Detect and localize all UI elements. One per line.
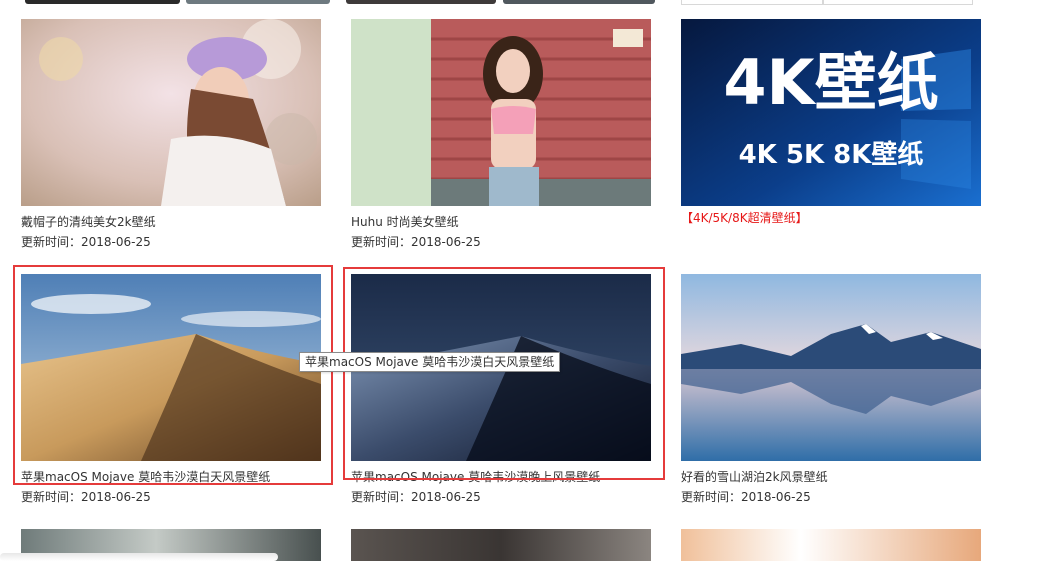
hover-tooltip: 苹果macOS Mojave 莫哈韦沙漠白天风景壁纸 bbox=[299, 352, 561, 372]
card-title[interactable]: 戴帽子的清纯美女2k壁纸 bbox=[21, 215, 156, 229]
banner-big-text: 4K壁纸 bbox=[723, 46, 938, 119]
card-title-promo[interactable]: 【4K/5K/8K超清壁纸】 bbox=[681, 211, 808, 225]
card-date: 更新时间：2018-06-25 bbox=[21, 490, 151, 504]
card-image-row3-2[interactable] bbox=[351, 529, 651, 561]
huhu-girl-photo bbox=[351, 19, 651, 206]
card-image-snow-lake[interactable] bbox=[681, 274, 981, 461]
mojave-day-photo bbox=[21, 274, 321, 461]
prev-row-thumb-4[interactable] bbox=[503, 0, 655, 4]
card-date: 更新时间：2018-06-25 bbox=[351, 235, 481, 249]
card-date: 更新时间：2018-06-25 bbox=[21, 235, 151, 249]
card-date: 更新时间：2018-06-25 bbox=[681, 490, 811, 504]
prev-row-select[interactable] bbox=[823, 0, 973, 5]
horizontal-scroll-shadow bbox=[0, 553, 278, 561]
card-image-4k-banner[interactable]: 4K壁纸 4K 5K 8K壁纸 bbox=[681, 19, 981, 206]
card-title[interactable]: Huhu 时尚美女壁纸 bbox=[351, 215, 459, 229]
card-title[interactable]: 苹果macOS Mojave 莫哈韦沙漠白天风景壁纸 bbox=[21, 470, 270, 484]
prev-row-input[interactable] bbox=[681, 0, 823, 5]
card-image-huhu-girl[interactable] bbox=[351, 19, 651, 206]
prev-row-thumb-1[interactable] bbox=[25, 0, 180, 4]
card-title[interactable]: 好看的雪山湖泊2k风景壁纸 bbox=[681, 470, 828, 484]
beret-girl-photo bbox=[21, 19, 321, 206]
banner-small-text: 4K 5K 8K壁纸 bbox=[739, 139, 924, 170]
prev-row-thumb-2[interactable] bbox=[186, 0, 330, 4]
card-title[interactable]: 苹果macOS Mojave 莫哈韦沙漠晚上风景壁纸 bbox=[351, 470, 600, 484]
card-image-mojave-day[interactable] bbox=[21, 274, 321, 461]
snow-lake-photo bbox=[681, 274, 981, 461]
card-date: 更新时间：2018-06-25 bbox=[351, 490, 481, 504]
card-image-row3-3[interactable] bbox=[681, 529, 981, 561]
card-image-beret-girl[interactable] bbox=[21, 19, 321, 206]
4k-banner-image: 4K壁纸 4K 5K 8K壁纸 bbox=[681, 19, 981, 206]
prev-row-thumb-3[interactable] bbox=[346, 0, 496, 4]
